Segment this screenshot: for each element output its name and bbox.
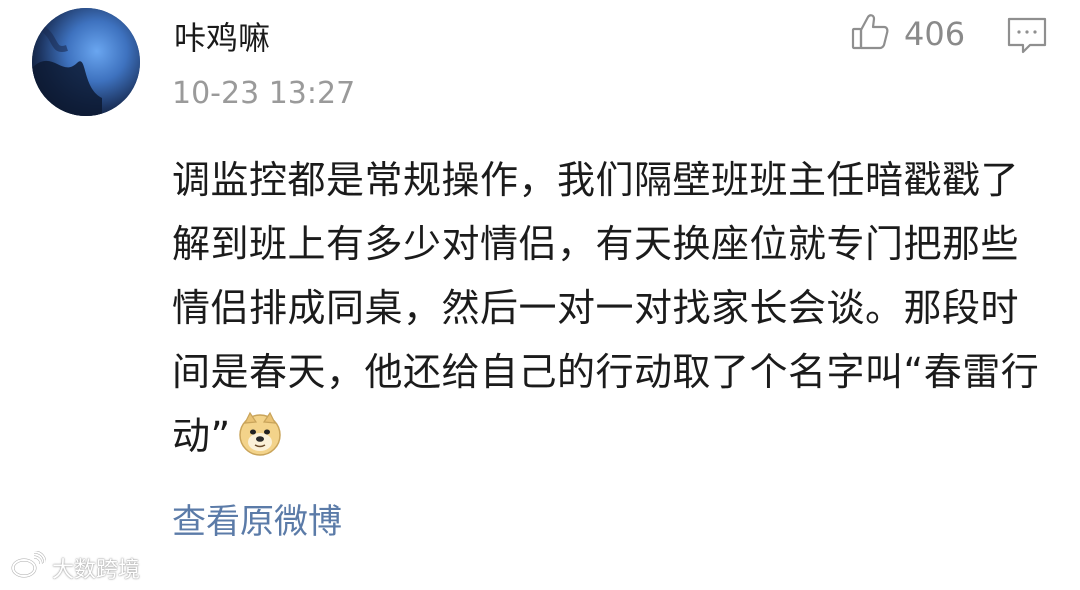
comment-icon bbox=[1006, 17, 1048, 60]
post-body: 调监控都是常规操作，我们隔壁班班主任暗戳戳了解到班上有多少对情侣，有天换座位就专… bbox=[172, 148, 1052, 468]
username[interactable]: 咔鸡嘛 bbox=[174, 18, 270, 58]
watermark: 大数跨境 bbox=[10, 550, 141, 585]
watermark-text: 大数跨境 bbox=[52, 558, 141, 583]
weibo-logo-icon bbox=[10, 550, 47, 585]
like-count: 406 bbox=[904, 15, 966, 53]
thumbs-up-icon bbox=[850, 12, 890, 56]
user-avatar[interactable] bbox=[32, 8, 140, 116]
like-button[interactable]: 406 bbox=[850, 12, 965, 56]
view-original-weibo-link[interactable]: 查看原微博 bbox=[172, 500, 342, 544]
doge-emoji-icon bbox=[237, 411, 283, 457]
post-timestamp: 10-23 13:27 bbox=[172, 76, 356, 111]
comment-button[interactable] bbox=[1006, 16, 1048, 56]
post-text: 调监控都是常规操作，我们隔壁班班主任暗戳戳了解到班上有多少对情侣，有天换座位就专… bbox=[172, 158, 1040, 458]
